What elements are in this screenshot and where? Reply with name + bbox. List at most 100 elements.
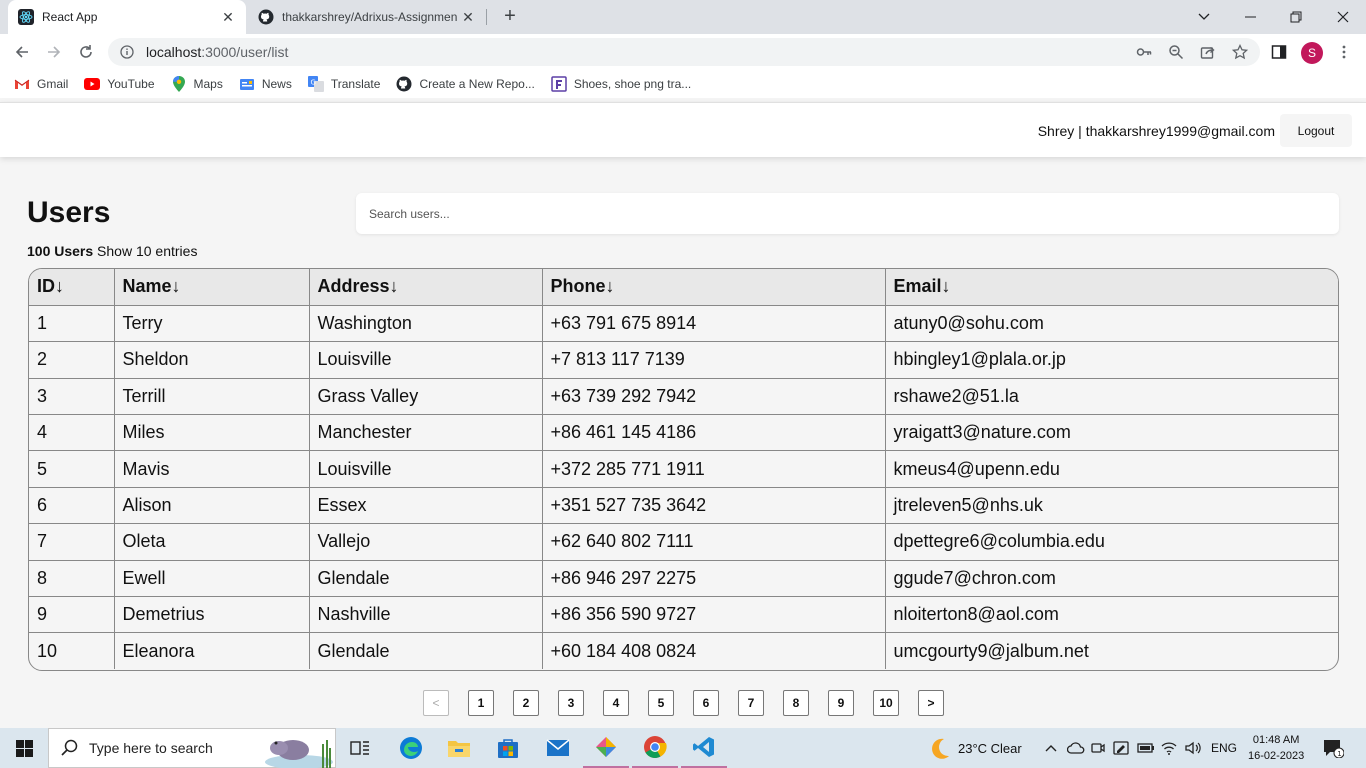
bookmark-gmail[interactable]: Gmail bbox=[14, 76, 68, 92]
next-page-button[interactable]: > bbox=[918, 690, 944, 716]
column-header-phone[interactable]: Phone↓ bbox=[542, 269, 886, 306]
mail-icon[interactable] bbox=[535, 728, 581, 768]
cell-address: Louisville bbox=[309, 341, 543, 379]
tab-github[interactable]: thakkarshrey/Adrixus-Assignmen ✕ bbox=[248, 0, 486, 34]
column-header-id[interactable]: ID↓ bbox=[29, 269, 115, 306]
bookmark-youtube[interactable]: YouTube bbox=[84, 76, 155, 92]
clock[interactable]: 01:48 AM 16-02-2023 bbox=[1248, 732, 1304, 764]
microsoft-store-icon[interactable] bbox=[485, 728, 531, 768]
page-button-6[interactable]: 6 bbox=[693, 690, 719, 716]
table-row[interactable]: 3 Terrill Grass Valley +63 739 292 7942 rsha… bbox=[29, 378, 1338, 416]
cell-email: hbingley1@plala.or.jp bbox=[885, 341, 1338, 379]
page-button-10[interactable]: 10 bbox=[873, 690, 899, 716]
cell-email: dpettegre6@columbia.edu bbox=[885, 523, 1338, 561]
translate-icon: G bbox=[307, 76, 324, 92]
cell-id: 4 bbox=[29, 414, 115, 452]
meet-now-icon[interactable] bbox=[1091, 741, 1107, 755]
logout-button[interactable]: Logout bbox=[1280, 114, 1352, 147]
tab-react-app[interactable]: React App ✕ bbox=[8, 0, 246, 34]
page-button-2[interactable]: 2 bbox=[513, 690, 539, 716]
cell-name: Terrill bbox=[114, 378, 310, 416]
more-menu-icon[interactable] bbox=[1336, 44, 1352, 60]
bookmark-maps[interactable]: Maps bbox=[171, 76, 223, 92]
bookmark-translate[interactable]: G Translate bbox=[307, 76, 380, 92]
close-icon[interactable]: ✕ bbox=[220, 9, 236, 26]
side-panel-icon[interactable] bbox=[1271, 44, 1287, 60]
page-button-3[interactable]: 3 bbox=[558, 690, 584, 716]
table-row[interactable]: 4 Miles Manchester +86 461 145 4186 yraigatt… bbox=[29, 414, 1338, 452]
cell-address: Washington bbox=[309, 305, 543, 343]
bookmark-star-icon[interactable] bbox=[1231, 43, 1249, 60]
page-button-7[interactable]: 7 bbox=[738, 690, 764, 716]
bookmark-news[interactable]: News bbox=[239, 76, 292, 92]
forward-button[interactable] bbox=[41, 39, 67, 65]
edge-icon[interactable] bbox=[388, 728, 434, 768]
info-icon[interactable] bbox=[120, 44, 136, 60]
page-button-8[interactable]: 8 bbox=[783, 690, 809, 716]
chevron-up-icon[interactable] bbox=[1043, 744, 1059, 752]
table-row[interactable]: 7 Oleta Vallejo +62 640 802 7111 dpettegre6@… bbox=[29, 523, 1338, 561]
search-input[interactable] bbox=[356, 193, 1339, 234]
kite-app-icon[interactable] bbox=[583, 728, 629, 768]
cell-id: 2 bbox=[29, 341, 115, 379]
cell-address: Louisville bbox=[309, 450, 543, 488]
reload-button[interactable] bbox=[73, 39, 99, 65]
page-button-4[interactable]: 4 bbox=[603, 690, 629, 716]
wifi-icon[interactable] bbox=[1161, 741, 1179, 755]
column-header-email[interactable]: Email↓ bbox=[885, 269, 1338, 306]
bookmark-shoes[interactable]: Shoes, shoe png tra... bbox=[551, 76, 691, 92]
file-explorer-icon[interactable] bbox=[436, 728, 482, 768]
column-header-address[interactable]: Address↓ bbox=[309, 269, 543, 306]
page-button-1[interactable]: 1 bbox=[468, 690, 494, 716]
share-icon[interactable] bbox=[1200, 44, 1216, 60]
page-title: Users bbox=[27, 196, 111, 229]
vscode-icon[interactable] bbox=[681, 728, 727, 768]
address-bar[interactable]: localhost:3000/user/list bbox=[108, 38, 1260, 66]
cell-phone: +86 356 590 9727 bbox=[542, 596, 886, 634]
back-button[interactable] bbox=[9, 39, 35, 65]
pen-workspace-icon[interactable] bbox=[1113, 741, 1131, 755]
key-icon[interactable] bbox=[1136, 44, 1152, 60]
cloud-icon[interactable] bbox=[1067, 742, 1085, 754]
table-row[interactable]: 6 Alison Essex +351 527 735 3642 jtreleven5@… bbox=[29, 487, 1338, 525]
notification-center-icon[interactable]: 1 bbox=[1322, 728, 1344, 768]
close-icon[interactable]: ✕ bbox=[460, 9, 476, 26]
tab-title: React App bbox=[42, 10, 98, 24]
taskbar-search[interactable]: Type here to search bbox=[48, 728, 336, 768]
gmail-icon bbox=[14, 76, 30, 92]
pngtree-icon bbox=[551, 76, 567, 92]
language-indicator[interactable]: ENG bbox=[1211, 741, 1237, 755]
table-row[interactable]: 10 Eleanora Glendale +60 184 408 0824 umcgou… bbox=[29, 632, 1338, 670]
table-row[interactable]: 8 Ewell Glendale +86 946 297 2275 ggude7@chr… bbox=[29, 560, 1338, 598]
chrome-icon[interactable] bbox=[632, 728, 678, 768]
tab-title: thakkarshrey/Adrixus-Assignmen bbox=[282, 10, 458, 24]
weather-widget[interactable]: 23°C Clear bbox=[926, 728, 1022, 768]
cell-address: Vallejo bbox=[309, 523, 543, 561]
table-row[interactable]: 9 Demetrius Nashville +86 356 590 9727 nloit… bbox=[29, 596, 1338, 634]
prev-page-button[interactable]: < bbox=[423, 690, 449, 716]
task-view-icon[interactable] bbox=[337, 728, 383, 768]
table-row[interactable]: 5 Mavis Louisville +372 285 771 1911 kmeus4@… bbox=[29, 450, 1338, 488]
battery-icon[interactable] bbox=[1137, 743, 1155, 753]
search-icon bbox=[61, 739, 78, 756]
new-tab-button[interactable]: + bbox=[498, 5, 522, 29]
table-row[interactable]: 1 Terry Washington +63 791 675 8914 atuny0@s… bbox=[29, 305, 1338, 343]
volume-icon[interactable] bbox=[1185, 741, 1203, 755]
cell-email: jtreleven5@nhs.uk bbox=[885, 487, 1338, 525]
profile-avatar[interactable]: S bbox=[1301, 42, 1323, 64]
column-header-name[interactable]: Name↓ bbox=[114, 269, 310, 306]
table-row[interactable]: 2 Sheldon Louisville +7 813 117 7139 hbingle… bbox=[29, 341, 1338, 379]
chevron-down-icon[interactable] bbox=[1181, 0, 1227, 34]
bookmark-github-repo[interactable]: Create a New Repo... bbox=[396, 76, 535, 92]
zoom-icon[interactable] bbox=[1168, 44, 1184, 60]
cell-phone: +62 640 802 7111 bbox=[542, 523, 886, 561]
page-button-9[interactable]: 9 bbox=[828, 690, 854, 716]
close-window-button[interactable] bbox=[1320, 0, 1366, 34]
windows-start-button[interactable] bbox=[0, 728, 48, 768]
minimize-button[interactable] bbox=[1227, 0, 1273, 34]
cell-email: ggude7@chron.com bbox=[885, 560, 1338, 598]
entries-label: Show 10 entries bbox=[93, 243, 198, 259]
restore-button[interactable] bbox=[1273, 0, 1319, 34]
page-button-5[interactable]: 5 bbox=[648, 690, 674, 716]
user-count-bold: 100 Users bbox=[27, 243, 94, 259]
